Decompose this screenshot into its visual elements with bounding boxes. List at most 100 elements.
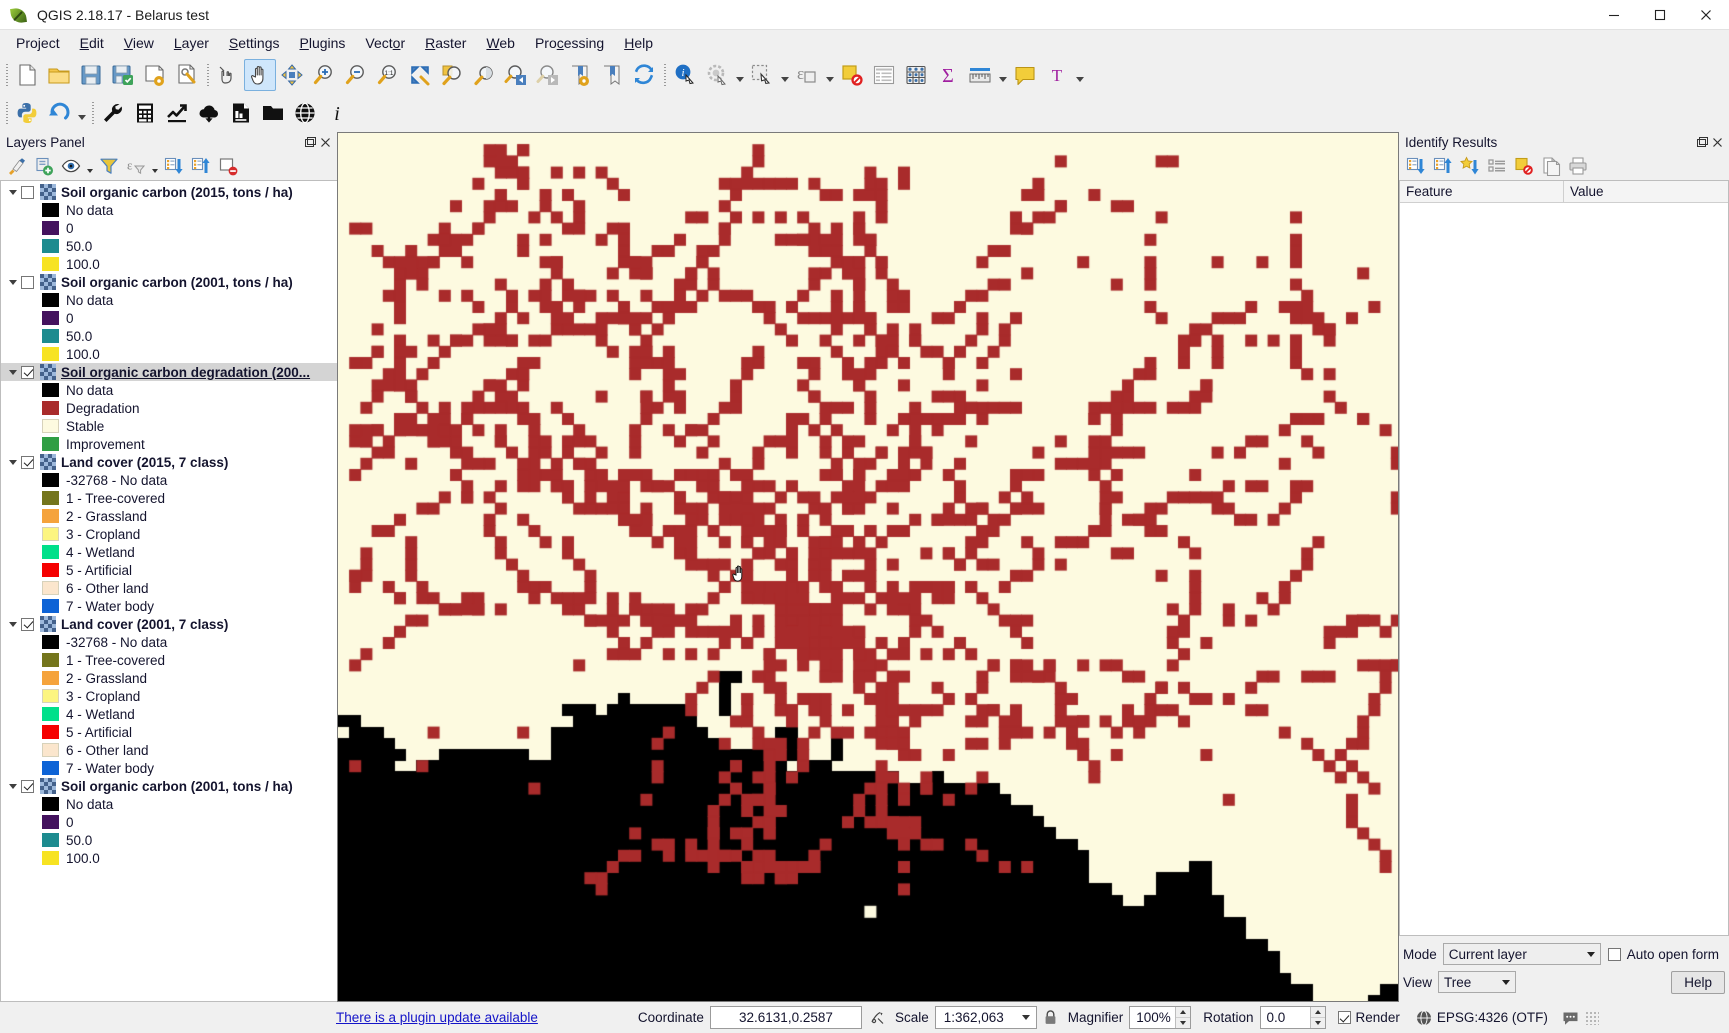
rotation-spin-buttons[interactable] xyxy=(1310,1007,1325,1028)
minimize-icon[interactable] xyxy=(1591,0,1637,30)
print-results-icon[interactable] xyxy=(1565,154,1591,178)
expand-all-icon[interactable] xyxy=(161,154,187,178)
layer-visibility-checkbox[interactable] xyxy=(21,780,34,793)
layer-row[interactable]: Soil organic carbon (2001, tons / ha) xyxy=(1,273,337,291)
messages-bubble-icon[interactable] xyxy=(1562,1010,1579,1026)
layer-visibility-checkbox[interactable] xyxy=(21,186,34,199)
resize-grip[interactable] xyxy=(1585,1011,1599,1025)
toggle-extents-icon[interactable] xyxy=(870,1009,887,1026)
expand-new-icon[interactable] xyxy=(1403,154,1429,178)
layer-visibility-checkbox[interactable] xyxy=(21,618,34,631)
new-bookmark-icon[interactable] xyxy=(564,59,596,91)
show-bookmarks-icon[interactable] xyxy=(596,59,628,91)
legend-row[interactable]: Improvement xyxy=(1,435,337,453)
legend-row[interactable]: 0 xyxy=(1,309,337,327)
legend-row[interactable]: 50.0 xyxy=(1,831,337,849)
legend-row[interactable]: 100.0 xyxy=(1,345,337,363)
plugin-update-link[interactable]: There is a plugin update available xyxy=(336,1010,538,1025)
legend-row[interactable]: 5 - Artificial xyxy=(1,561,337,579)
legend-row[interactable]: 0 xyxy=(1,219,337,237)
zoom-native-icon[interactable]: 1:1 xyxy=(372,59,404,91)
plugin-wrench-icon[interactable] xyxy=(97,97,129,129)
identify-features-icon[interactable]: i xyxy=(669,59,701,91)
map-tips-icon[interactable] xyxy=(1009,59,1041,91)
layer-row[interactable]: Land cover (2015, 7 class) xyxy=(1,453,337,471)
close-icon[interactable] xyxy=(1683,0,1729,30)
chevron-down-icon[interactable] xyxy=(5,363,21,381)
render-checkbox[interactable] xyxy=(1338,1011,1351,1024)
cloud-download-icon[interactable] xyxy=(193,97,225,129)
legend-row[interactable]: 5 - Artificial xyxy=(1,723,337,741)
layer-visibility-checkbox[interactable] xyxy=(21,366,34,379)
layer-visibility-checkbox[interactable] xyxy=(21,276,34,289)
crs-globe-icon[interactable] xyxy=(1416,1010,1432,1026)
collapse-all-icon[interactable] xyxy=(188,154,214,178)
pan-map-icon[interactable] xyxy=(244,59,276,91)
magnifier-spin-buttons[interactable] xyxy=(1175,1007,1190,1028)
legend-row[interactable]: 4 - Wetland xyxy=(1,705,337,723)
identify-panel-float-icon[interactable] xyxy=(1695,135,1710,150)
scale-combo[interactable]: 1:362,063 xyxy=(935,1006,1037,1029)
layer-visibility-checkbox[interactable] xyxy=(21,456,34,469)
save-project-as-icon[interactable] xyxy=(107,59,139,91)
legend-row[interactable]: 50.0 xyxy=(1,237,337,255)
view-select[interactable]: Tree xyxy=(1438,971,1516,993)
legend-row[interactable]: -32768 - No data xyxy=(1,633,337,651)
layers-panel-float-icon[interactable] xyxy=(303,135,318,150)
folder-black-icon[interactable] xyxy=(257,97,289,129)
report-page-icon[interactable] xyxy=(225,97,257,129)
menu-raster[interactable]: Raster xyxy=(415,32,476,54)
auto-open-form-checkbox[interactable] xyxy=(1608,948,1621,961)
annotation-menu-arrow[interactable] xyxy=(1073,59,1086,91)
rotation-spinner[interactable]: 0.0 xyxy=(1260,1006,1326,1029)
menu-plugins[interactable]: Plugins xyxy=(289,32,355,54)
legend-row[interactable]: 7 - Water body xyxy=(1,759,337,777)
refresh-icon[interactable] xyxy=(628,59,660,91)
menu-project[interactable]: Project xyxy=(6,32,70,54)
measure-line-icon[interactable] xyxy=(964,59,996,91)
filter-expression-icon[interactable]: ε xyxy=(123,154,149,178)
menu-layer[interactable]: Layer xyxy=(164,32,219,54)
undo-icon[interactable] xyxy=(43,97,75,129)
save-project-icon[interactable] xyxy=(75,59,107,91)
legend-row[interactable]: 2 - Grassland xyxy=(1,507,337,525)
zoom-to-selection-icon[interactable] xyxy=(436,59,468,91)
remove-layer-icon[interactable] xyxy=(215,154,241,178)
column-header-value[interactable]: Value xyxy=(1564,181,1728,202)
identify-results-table[interactable]: Feature Value xyxy=(1399,180,1729,936)
crs-label[interactable]: EPSG:4326 (OTF) xyxy=(1437,1010,1548,1025)
visibility-menu-arrow[interactable] xyxy=(85,154,95,178)
legend-row[interactable]: 2 - Grassland xyxy=(1,669,337,687)
clear-results-icon[interactable] xyxy=(1511,154,1537,178)
legend-row[interactable]: 1 - Tree-covered xyxy=(1,651,337,669)
legend-row[interactable]: -32768 - No data xyxy=(1,471,337,489)
filter-expression-menu-arrow[interactable] xyxy=(150,154,160,178)
field-calculator-icon[interactable] xyxy=(900,59,932,91)
legend-row[interactable]: No data xyxy=(1,291,337,309)
zoom-in-icon[interactable] xyxy=(308,59,340,91)
expand-all-results-icon[interactable] xyxy=(1457,154,1483,178)
menu-edit[interactable]: Edit xyxy=(70,32,114,54)
zoom-full-icon[interactable] xyxy=(404,59,436,91)
layers-panel-close-icon[interactable] xyxy=(318,135,333,150)
menu-view[interactable]: View xyxy=(114,32,164,54)
legend-row[interactable]: 0 xyxy=(1,813,337,831)
measure-menu-arrow[interactable] xyxy=(996,59,1009,91)
help-button[interactable]: Help xyxy=(1671,971,1725,994)
menu-vector[interactable]: Vector xyxy=(355,32,415,54)
layers-tree[interactable]: Soil organic carbon (2015, tons / ha)No … xyxy=(0,180,337,1002)
zoom-out-icon[interactable] xyxy=(340,59,372,91)
identify-results-rows[interactable] xyxy=(1400,203,1728,935)
menu-help[interactable]: Help xyxy=(614,32,663,54)
coordinate-input[interactable]: 32.6131,0.2587 xyxy=(710,1006,862,1029)
identify-panel-close-icon[interactable] xyxy=(1710,135,1725,150)
column-header-feature[interactable]: Feature xyxy=(1400,181,1564,202)
open-project-icon[interactable] xyxy=(43,59,75,91)
add-group-icon[interactable] xyxy=(31,154,57,178)
layer-row[interactable]: Soil organic carbon degradation (200... xyxy=(1,363,337,381)
magnifier-spinner[interactable]: 100% xyxy=(1129,1006,1191,1029)
chevron-down-icon[interactable] xyxy=(5,273,21,291)
legend-row[interactable]: 6 - Other land xyxy=(1,741,337,759)
chevron-down-icon[interactable] xyxy=(5,777,21,795)
menu-processing[interactable]: Processing xyxy=(525,32,614,54)
